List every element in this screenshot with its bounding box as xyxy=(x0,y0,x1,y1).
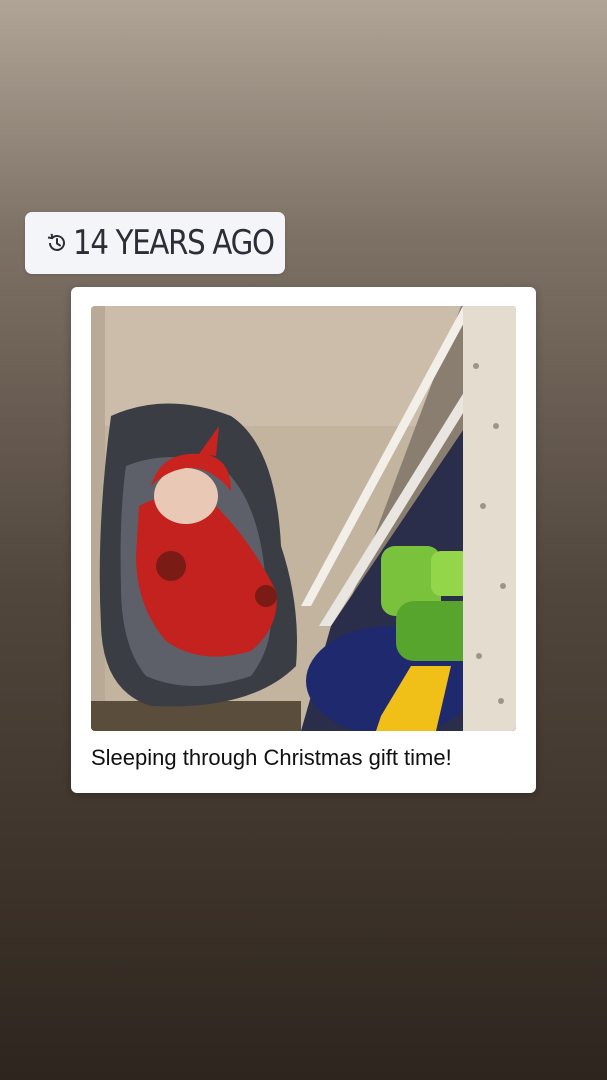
memory-label: 14 YEARS AGO xyxy=(73,223,275,263)
memory-caption: Sleeping through Christmas gift time! xyxy=(91,745,452,770)
memory-photo[interactable] xyxy=(91,306,516,731)
memory-post-card[interactable]: Sleeping through Christmas gift time! xyxy=(71,287,536,793)
story-screen: 14 YEARS AGO Sleeping through Christmas … xyxy=(0,0,607,1080)
memory-sticker[interactable]: 14 YEARS AGO xyxy=(25,212,285,274)
history-icon xyxy=(45,231,69,255)
